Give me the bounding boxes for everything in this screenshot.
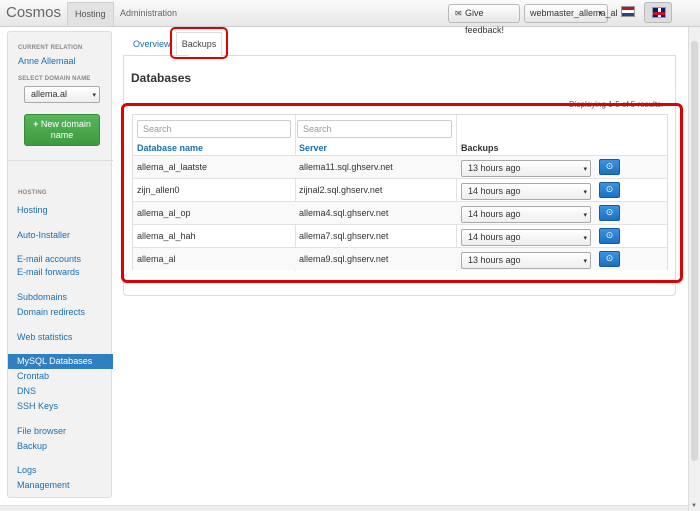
- sidebar-item-file-browser[interactable]: File browser: [17, 426, 66, 436]
- new-domain-button[interactable]: + New domain name: [24, 114, 100, 146]
- page-scrollbar[interactable]: ▼: [688, 27, 700, 511]
- sidebar-divider: [8, 160, 113, 161]
- sidebar-item-backup[interactable]: Backup: [17, 441, 47, 451]
- brand-logo[interactable]: Cosmos: [6, 4, 61, 21]
- relation-name-link[interactable]: Anne Allemaal: [18, 56, 76, 66]
- user-menu-button[interactable]: webmaster_allema_al ▾: [524, 4, 618, 23]
- sidebar-item-auto-installer[interactable]: Auto-Installer: [17, 230, 70, 240]
- tab-highlight-box: [170, 27, 228, 59]
- select-domain-heading: SELECT DOMAIN NAME: [18, 76, 91, 82]
- new-domain-label: New domain name: [40, 119, 91, 140]
- plus-icon: +: [33, 119, 39, 129]
- dutch-flag-icon[interactable]: [621, 6, 635, 17]
- scroll-down-icon[interactable]: ▼: [691, 503, 697, 509]
- give-feedback-button[interactable]: ✉ Give feedback!: [448, 4, 520, 35]
- sidebar-item-subdomains[interactable]: Subdomains: [17, 292, 67, 302]
- top-tab-hosting[interactable]: Hosting: [67, 2, 114, 26]
- sidebar-item-management[interactable]: Management: [17, 480, 70, 490]
- table-highlight-box: [121, 103, 683, 283]
- sidebar-item-hosting[interactable]: Hosting: [17, 205, 48, 215]
- sidebar-item-email-accounts[interactable]: E-mail accounts: [17, 254, 81, 264]
- domain-select-value: allema.al: [31, 89, 68, 99]
- give-feedback-label: Give feedback!: [465, 8, 505, 35]
- chevron-down-icon: ▾: [92, 92, 96, 99]
- sidebar: CURRENT RELATION Anne Allemaal SELECT DO…: [7, 31, 113, 498]
- sidebar-item-ssh-keys[interactable]: SSH Keys: [17, 401, 58, 411]
- user-menu-label: webmaster_allema_al: [530, 8, 618, 18]
- domain-select[interactable]: allema.al ▾: [24, 86, 100, 103]
- tab-overview[interactable]: Overview: [133, 39, 171, 49]
- top-bar: Cosmos Hosting Administration ✉ Give fee…: [0, 0, 700, 35]
- sidebar-item-domain-redirects[interactable]: Domain redirects: [17, 307, 85, 317]
- sidebar-item-crontab[interactable]: Crontab: [17, 371, 49, 381]
- current-relation-heading: CURRENT RELATION: [18, 45, 83, 51]
- bottom-edge: [0, 505, 688, 511]
- hosting-heading: HOSTING: [18, 190, 47, 196]
- sidebar-item-dns[interactable]: DNS: [17, 386, 36, 396]
- sidebar-item-mysql-databases[interactable]: MySQL Databases: [8, 354, 113, 369]
- sidebar-item-web-statistics[interactable]: Web statistics: [17, 332, 72, 342]
- language-english-button[interactable]: [644, 2, 672, 23]
- uk-flag-icon: [652, 7, 666, 18]
- sidebar-item-logs[interactable]: Logs: [17, 465, 37, 475]
- scrollbar-thumb[interactable]: [691, 41, 698, 461]
- envelope-icon: ✉: [455, 9, 462, 18]
- sidebar-item-email-forwards[interactable]: E-mail forwards: [17, 267, 80, 277]
- section-title: Databases: [131, 71, 192, 85]
- top-link-administration[interactable]: Administration: [120, 8, 177, 18]
- chevron-down-icon: ▾: [598, 10, 602, 17]
